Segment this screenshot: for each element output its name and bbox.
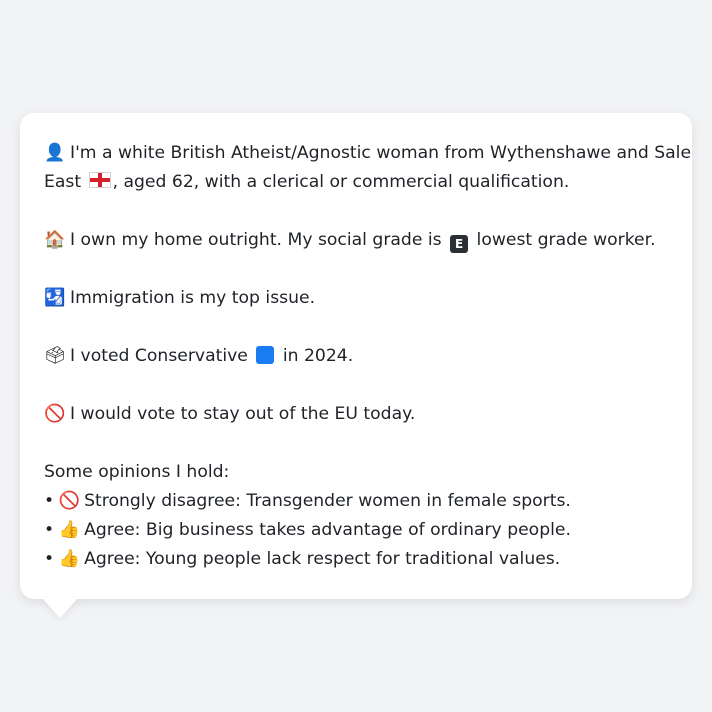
home-paragraph: 🏠 I own my home outright. My social grade… xyxy=(44,226,668,255)
bullet-marker: • xyxy=(44,549,55,569)
identity-text-2b: , aged 62, with a clerical or commercial… xyxy=(112,172,570,192)
eu-line: 🚫 I would vote to stay out of the EU toda… xyxy=(44,400,668,429)
issue-line: 🛂 Immigration is my top issue. xyxy=(44,284,668,313)
thumbs-up-icon: 👍 xyxy=(58,520,80,540)
bust-in-silhouette-icon: 👤 xyxy=(44,143,66,163)
bullet-marker: • xyxy=(44,520,55,540)
bubble-tail xyxy=(42,598,78,618)
thumbs-up-icon: 👍 xyxy=(58,549,80,569)
identity-line-1: 👤 I'm a white British Atheist/Agnostic wo… xyxy=(44,139,691,168)
passport-control-icon: 🛂 xyxy=(44,288,66,308)
opinion-text: Agree: Big business takes advantage of o… xyxy=(84,520,571,540)
prohibited-icon: 🚫 xyxy=(58,491,80,511)
party-color-square-icon xyxy=(256,346,275,364)
house-icon: 🏠 xyxy=(44,230,66,250)
home-text-pre: I own my home outright. My social grade … xyxy=(70,230,442,250)
persona-message-bubble: 👤 I'm a white British Atheist/Agnostic wo… xyxy=(20,113,692,599)
opinion-item: • 🚫 Strongly disagree: Transgender women i… xyxy=(44,487,668,516)
england-flag-icon xyxy=(88,172,111,188)
issue-text: Immigration is my top issue. xyxy=(70,288,316,308)
grade-badge: E xyxy=(450,235,469,253)
eu-paragraph: 🚫 I would vote to stay out of the EU toda… xyxy=(44,400,668,429)
identity-text-2a: East xyxy=(44,172,82,192)
home-line: 🏠 I own my home outright. My social grade… xyxy=(44,226,668,255)
opinions-heading: Some opinions I hold: xyxy=(44,462,230,482)
vote-paragraph: 🗳 I voted Conservative in 2024. xyxy=(44,342,668,371)
home-text-post: lowest grade worker. xyxy=(476,230,656,250)
opinion-text: Strongly disagree: Transgender women in … xyxy=(84,491,571,511)
identity-paragraph: 👤 I'm a white British Atheist/Agnostic wo… xyxy=(44,139,691,197)
vote-line: 🗳 I voted Conservative in 2024. xyxy=(44,342,668,371)
vote-text-post: in 2024. xyxy=(282,346,354,366)
opinion-text: Agree: Young people lack respect for tra… xyxy=(84,549,561,569)
opinions-section: Some opinions I hold: • 🚫 Strongly disagre… xyxy=(44,458,668,574)
ballot-box-icon: 🗳 xyxy=(44,346,66,366)
identity-text-1: I'm a white British Atheist/Agnostic wom… xyxy=(70,143,692,163)
issue-paragraph: 🛂 Immigration is my top issue. xyxy=(44,284,668,313)
vote-text-pre: I voted Conservative xyxy=(70,346,248,366)
eu-text: I would vote to stay out of the EU today… xyxy=(70,404,416,424)
prohibited-icon: 🚫 xyxy=(44,404,66,424)
opinion-item: • 👍 Agree: Young people lack respect for t… xyxy=(44,545,668,574)
bullet-marker: • xyxy=(44,491,55,511)
opinion-item: • 👍 Agree: Big business takes advantage of… xyxy=(44,516,668,545)
identity-line-2: East , aged 62, with a clerical or comme… xyxy=(44,168,668,197)
